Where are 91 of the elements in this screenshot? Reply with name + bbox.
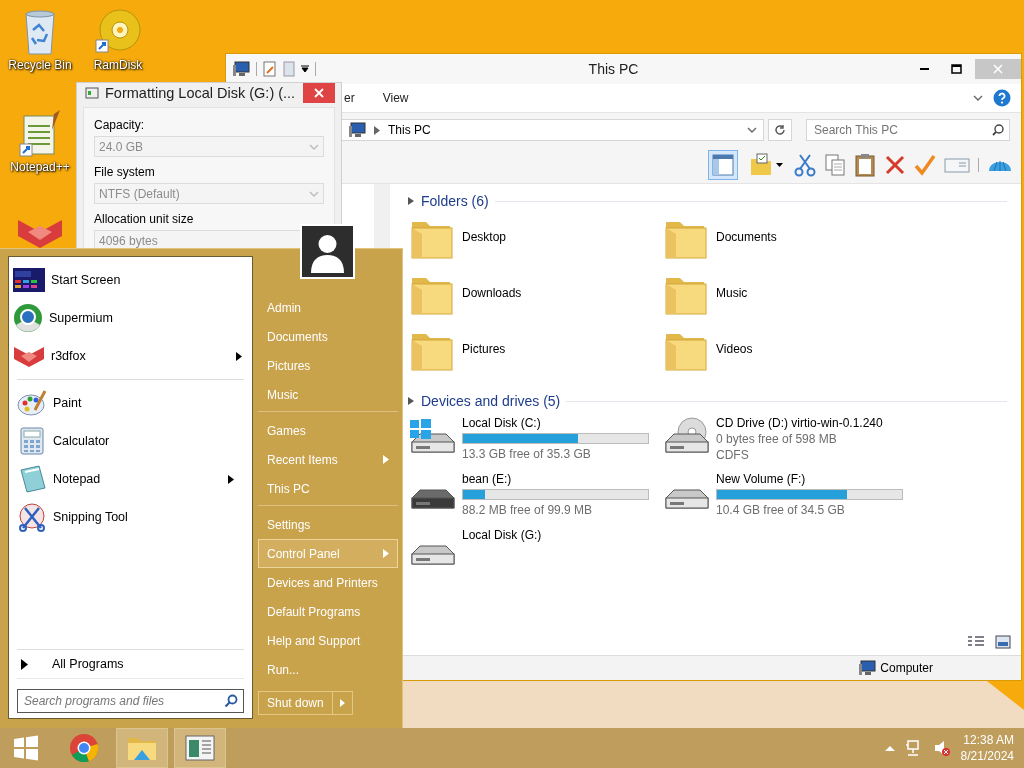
pane-icon	[711, 153, 735, 177]
chevron-down-icon	[309, 143, 319, 150]
caret-icon[interactable]	[301, 65, 309, 73]
refresh-button[interactable]	[768, 119, 792, 141]
program-item[interactable]: Calculator	[13, 422, 244, 460]
submenu-arrow-icon	[383, 455, 389, 464]
status-text: Computer	[880, 661, 933, 675]
computer-icon	[858, 660, 877, 676]
computer-icon	[232, 61, 250, 77]
field-label: Capacity:	[94, 118, 146, 132]
folder-name[interactable]: Downloads	[462, 286, 522, 300]
checkmark-icon[interactable]	[914, 153, 936, 177]
ribbon-tab[interactable]: View	[382, 91, 409, 105]
drive-detail: 10.4 GB free of 34.5 GB	[716, 503, 846, 517]
close-icon	[993, 64, 1003, 74]
chevron-up-icon[interactable]	[884, 745, 895, 751]
drive-detail: 13.3 GB free of 35.3 GB	[462, 447, 592, 461]
details-view-icon[interactable]	[967, 635, 985, 649]
chrome-icon	[69, 733, 99, 763]
expand-arrow-icon	[21, 658, 28, 670]
drive-detail: CDFS	[716, 448, 750, 462]
program-item[interactable]: Snipping Tool	[13, 498, 244, 536]
drive-icon	[85, 87, 99, 99]
maximize-icon	[950, 64, 962, 74]
taskbar-button[interactable]	[174, 728, 226, 768]
search-icon[interactable]	[992, 124, 1004, 136]
start-screen-icon	[13, 268, 45, 292]
folder-name[interactable]: Pictures	[462, 342, 506, 356]
submenu-arrow-icon	[383, 549, 389, 558]
field-label: Allocation unit size	[94, 212, 195, 226]
folder-name[interactable]: Music	[716, 286, 748, 300]
close-button[interactable]	[303, 83, 335, 103]
folder-check-icon	[749, 153, 783, 177]
program-item[interactable]: Supermium	[9, 299, 252, 337]
minimize-icon	[919, 68, 929, 70]
address-bar[interactable]: This PC	[341, 119, 764, 141]
taskbar-button[interactable]	[116, 728, 168, 768]
chevron-down-icon	[309, 190, 319, 197]
windows-logo-icon	[12, 734, 40, 762]
scissors-icon	[17, 502, 47, 532]
delete-icon[interactable]	[884, 153, 906, 177]
group-header[interactable]: Folders (6)	[421, 193, 489, 209]
collapse-arrow-icon[interactable]	[408, 197, 415, 205]
copy-icon[interactable]	[824, 153, 846, 177]
chevron-down-icon	[973, 95, 983, 101]
program-item[interactable]: Paint	[13, 384, 244, 422]
arrow-right-icon	[339, 699, 345, 707]
palette-icon	[17, 388, 47, 418]
search-icon[interactable]	[224, 694, 238, 708]
field-label: File system	[94, 165, 156, 179]
globe-icon	[13, 303, 43, 333]
notepad-icon	[17, 464, 47, 494]
calculator-icon	[17, 426, 47, 456]
group-header[interactable]: Devices and drives (5)	[421, 393, 561, 409]
dialog-title: Formatting Local Disk (G:) (...	[105, 85, 297, 101]
drive-name[interactable]: Local Disk (G:)	[462, 528, 542, 542]
drive-name[interactable]: New Volume (F:)	[716, 472, 903, 486]
user-avatar[interactable]	[300, 224, 355, 279]
folder-name[interactable]: Documents	[716, 230, 777, 244]
submenu-arrow-icon	[228, 474, 234, 484]
collapse-arrow-icon[interactable]	[408, 397, 415, 405]
muted-speaker-icon[interactable]	[932, 739, 951, 757]
ribbon-tab[interactable]: er	[344, 91, 355, 105]
chevron-right-icon	[374, 125, 380, 135]
disc-icon[interactable]	[94, 8, 142, 56]
layout-pane-button[interactable]	[708, 150, 738, 180]
program-item[interactable]: r3dfox	[9, 337, 252, 375]
refresh-icon	[774, 124, 786, 136]
drive-detail: 88.2 MB free of 99.9 MB	[462, 503, 594, 517]
chevron-logo-icon	[13, 344, 45, 368]
drive-name[interactable]: CD Drive (D:) virtio-win-0.1.240	[716, 416, 883, 430]
close-icon	[314, 88, 324, 98]
folder-name[interactable]: Videos	[716, 342, 753, 356]
help-icon[interactable]	[993, 89, 1011, 107]
submenu-arrow-icon	[236, 351, 242, 361]
chevron-down-icon	[747, 127, 757, 133]
scissors-icon[interactable]	[794, 153, 816, 177]
window-title: This PC	[587, 61, 640, 77]
program-item[interactable]: Notepad	[13, 460, 244, 498]
large-icons-view-icon[interactable]	[995, 635, 1011, 649]
all-programs-button[interactable]: All Programs	[17, 649, 244, 679]
drive-detail: 0 bytes free of 598 MB	[716, 432, 838, 446]
folder-name[interactable]: Desktop	[462, 230, 507, 244]
computer-icon	[348, 122, 366, 138]
drive-name[interactable]: bean (E:)	[462, 472, 649, 486]
program-item[interactable]: Start Screen	[9, 261, 252, 299]
drive-name[interactable]: Local Disk (C:)	[462, 416, 649, 430]
window-icon	[184, 734, 216, 762]
document-icon[interactable]	[263, 61, 277, 77]
search-field[interactable]: Search programs and files	[17, 689, 244, 713]
clipboard-icon[interactable]	[854, 153, 876, 177]
